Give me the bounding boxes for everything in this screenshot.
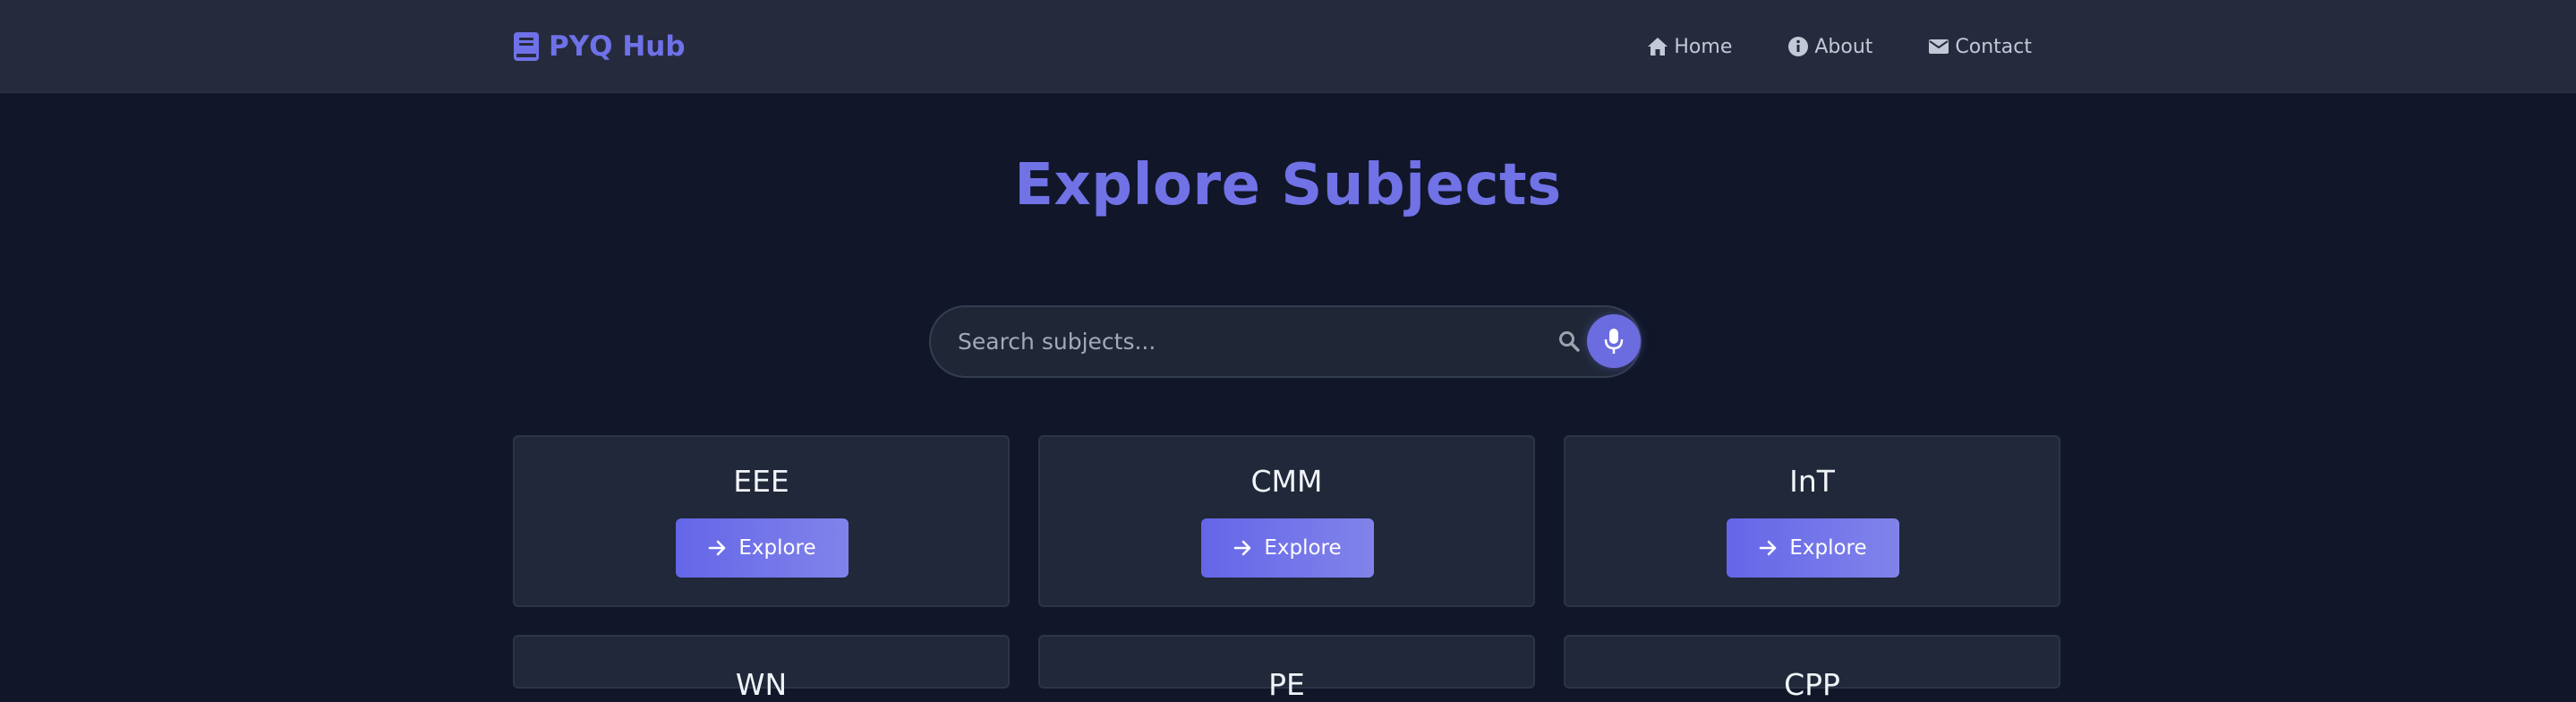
nav-home-label: Home [1674, 35, 1733, 58]
subject-card-int: InT Explore [1564, 435, 2060, 607]
nav-contact-label: Contact [1955, 35, 2032, 58]
page-title: Explore Subjects [1014, 152, 1562, 218]
subject-name: InT [1789, 464, 1835, 499]
explore-button-label: Explore [1264, 536, 1342, 560]
navbar: PYQ Hub Home About Contact [0, 0, 2576, 93]
nav-contact-link[interactable]: Contact [1928, 36, 2032, 58]
nav-home-link[interactable]: Home [1647, 36, 1732, 58]
nav-about-link[interactable]: About [1787, 36, 1872, 58]
subject-card-cpp: CPP [1564, 635, 2060, 702]
subject-name: CPP [1784, 667, 1840, 702]
book-icon [514, 32, 539, 61]
brand-logo[interactable]: PYQ Hub [513, 27, 686, 66]
subject-card-eee: EEE Explore [513, 435, 1010, 607]
nav-links: Home About Contact [1647, 27, 2032, 66]
subject-name: CMM [1250, 464, 1323, 499]
explore-button-label: Explore [738, 536, 816, 560]
brand-name: PYQ Hub [549, 30, 686, 63]
info-icon [1788, 37, 1809, 56]
explore-button[interactable]: Explore [1201, 518, 1374, 578]
home-icon [1648, 38, 1668, 56]
subject-card-pe: PE [1038, 635, 1535, 702]
arrow-right-icon [1234, 540, 1251, 556]
arrow-right-icon [709, 540, 726, 556]
search-icon[interactable] [1557, 330, 1581, 353]
explore-button[interactable]: Explore [676, 518, 849, 578]
nav-about-label: About [1814, 35, 1873, 58]
mail-icon [1929, 39, 1949, 54]
subject-card-wn: WN [513, 635, 1010, 702]
search-input[interactable] [958, 307, 1566, 376]
subject-name: EEE [733, 464, 789, 499]
subject-card-cmm: CMM Explore [1038, 435, 1535, 607]
voice-search-button[interactable] [1587, 314, 1641, 368]
search-bar [929, 305, 1642, 378]
subject-name: WN [735, 667, 788, 702]
explore-button[interactable]: Explore [1727, 518, 1899, 578]
subject-name: PE [1268, 667, 1305, 702]
microphone-icon [1604, 329, 1624, 354]
explore-button-label: Explore [1789, 536, 1867, 560]
arrow-right-icon [1760, 540, 1777, 556]
